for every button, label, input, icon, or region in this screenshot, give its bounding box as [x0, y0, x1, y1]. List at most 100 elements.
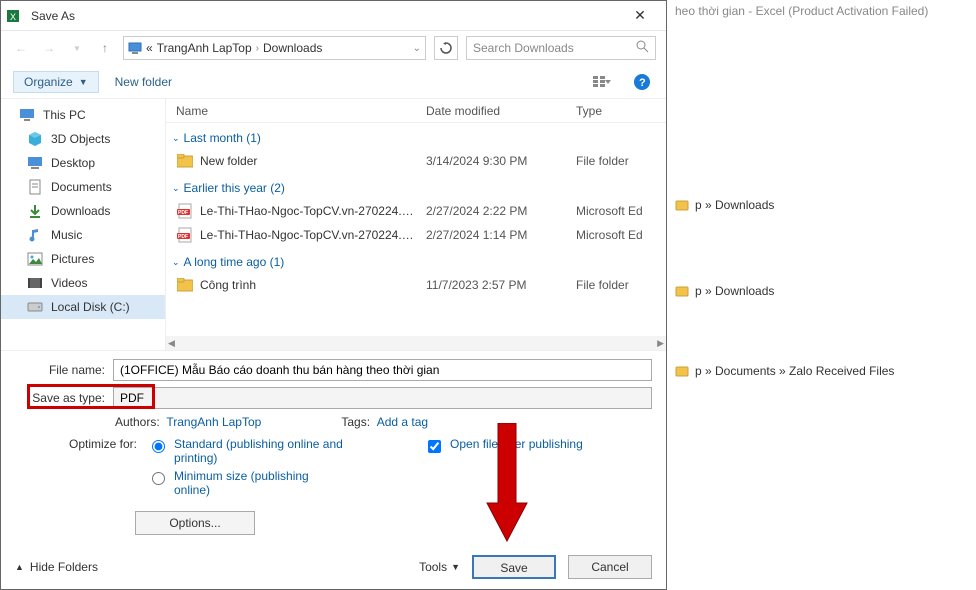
down-icon: [27, 203, 43, 219]
chevron-down-icon: ⌄: [172, 183, 180, 194]
sidebar-item-videos[interactable]: Videos: [1, 271, 165, 295]
pc-icon: [19, 107, 35, 123]
up-button[interactable]: ↑: [95, 38, 115, 58]
sidebar-item-pictures[interactable]: Pictures: [1, 247, 165, 271]
file-list: Name Date modified Type ⌄ Last month (1) N…: [166, 99, 666, 350]
organize-label: Organize: [24, 75, 73, 89]
save-as-dialog: X Save As ✕ ← → ▼ ↑ « TrangAnh LapTop › …: [0, 0, 667, 590]
file-date: 2/27/2024 2:22 PM: [426, 204, 576, 218]
navigation-bar: ← → ▼ ↑ « TrangAnh LapTop › Downloads ⌄ …: [1, 31, 666, 65]
chevron-down-icon[interactable]: ⌄: [413, 43, 421, 54]
group-header[interactable]: ⌄ Last month (1): [166, 123, 666, 149]
help-button[interactable]: ?: [630, 72, 654, 92]
organize-button[interactable]: Organize ▼: [13, 71, 99, 93]
music-icon: [27, 227, 43, 243]
bg-recent-1: p » Downloads: [667, 194, 976, 216]
crumb-seg2[interactable]: Downloads: [263, 41, 322, 55]
col-type[interactable]: Type: [576, 104, 666, 118]
search-input[interactable]: Search Downloads: [466, 36, 656, 60]
file-row[interactable]: New folder3/14/2024 9:30 PMFile folder: [166, 149, 666, 173]
file-row[interactable]: PDF Le-Thi-THao-Ngoc-TopCV.vn-270224.141.…: [166, 199, 666, 223]
background-app: heo thời gian - Excel (Product Activatio…: [667, 0, 976, 590]
desktop-icon: [27, 155, 43, 171]
sidebar-item-documents[interactable]: Documents: [1, 175, 165, 199]
pdf-icon: PDF: [176, 202, 194, 220]
save-button[interactable]: Save: [472, 555, 556, 579]
crumb-seg1[interactable]: TrangAnh LapTop: [157, 41, 252, 55]
scroll-left-icon[interactable]: ◀: [168, 338, 175, 349]
sidebar-item-label: Pictures: [51, 252, 94, 266]
tools-label: Tools: [419, 560, 447, 574]
tools-dropdown[interactable]: Tools ▼: [419, 560, 460, 574]
video-icon: [27, 275, 43, 291]
refresh-button[interactable]: [434, 36, 458, 60]
sidebar-item-label: 3D Objects: [51, 132, 110, 146]
chevron-down-icon: ⌄: [172, 257, 180, 268]
hide-folders-label: Hide Folders: [30, 560, 98, 574]
group-label: Earlier this year (2): [184, 181, 285, 195]
sidebar-item-this-pc[interactable]: This PC: [1, 103, 165, 127]
radio-standard[interactable]: [152, 440, 165, 453]
forward-button[interactable]: →: [39, 38, 59, 58]
pdf-icon: PDF: [176, 226, 194, 244]
cancel-button[interactable]: Cancel: [568, 555, 652, 579]
hide-folders-button[interactable]: ▲ Hide Folders: [15, 560, 98, 574]
group-header[interactable]: ⌄ A long time ago (1): [166, 247, 666, 273]
chevron-up-icon: ▲: [15, 562, 24, 572]
sidebar-item-music[interactable]: Music: [1, 223, 165, 247]
radio-minimum[interactable]: [152, 472, 165, 485]
close-button[interactable]: ✕: [620, 7, 660, 24]
checkbox-open-after-label: Open file after publishing: [450, 437, 583, 451]
tags-value[interactable]: Add a tag: [377, 415, 428, 429]
back-button[interactable]: ←: [11, 38, 31, 58]
chevron-down-icon: ▼: [79, 77, 88, 87]
savetype-input[interactable]: [113, 387, 652, 409]
folder-icon: [176, 276, 194, 294]
svg-text:X: X: [10, 12, 16, 22]
file-type: Microsoft Ed: [576, 228, 666, 242]
scroll-right-icon[interactable]: ▶: [657, 338, 664, 349]
new-folder-button[interactable]: New folder: [115, 75, 172, 89]
file-name: Công trình: [200, 278, 426, 292]
footer: ▲ Hide Folders Tools ▼ Save Cancel: [1, 545, 666, 589]
col-date[interactable]: Date modified: [426, 104, 576, 118]
checkbox-open-after[interactable]: [428, 440, 441, 453]
file-name: Le-Thi-THao-Ngoc-TopCV.vn-270224.141...: [200, 204, 426, 218]
sidebar-item-local-disk-c-[interactable]: Local Disk (C:): [1, 295, 165, 319]
horizontal-scrollbar[interactable]: ◀ ▶: [166, 336, 666, 350]
form-area: File name: Save as type: Authors: TrangA…: [1, 350, 666, 545]
recent-nav-dropdown[interactable]: ▼: [67, 38, 87, 58]
svg-text:PDF: PDF: [178, 210, 188, 216]
view-mode-button[interactable]: [590, 72, 614, 92]
radio-standard-label: Standard (publishing online and printing…: [174, 437, 344, 465]
radio-minimum-label: Minimum size (publishing online): [174, 469, 344, 497]
filename-input[interactable]: [113, 359, 652, 381]
sidebar: This PC 3D Objects DesktopDocumentsDownloa…: [1, 99, 166, 350]
group-label: Last month (1): [184, 131, 261, 145]
filename-label: File name:: [15, 363, 105, 377]
bg-titlebar-text: heo thời gian - Excel (Product Activatio…: [667, 0, 976, 22]
group-header[interactable]: ⌄ Earlier this year (2): [166, 173, 666, 199]
svg-text:PDF: PDF: [178, 234, 188, 240]
breadcrumb-bar[interactable]: « TrangAnh LapTop › Downloads ⌄: [123, 36, 426, 60]
file-row[interactable]: Công trình11/7/2023 2:57 PMFile folder: [166, 273, 666, 297]
sidebar-item-3d-objects[interactable]: 3D Objects: [1, 127, 165, 151]
tags-label: Tags:: [341, 415, 370, 429]
sidebar-item-label: This PC: [43, 108, 86, 122]
file-type: Microsoft Ed: [576, 204, 666, 218]
chevron-down-icon: ▼: [451, 562, 460, 572]
cube-icon: [27, 131, 43, 147]
sidebar-item-downloads[interactable]: Downloads: [1, 199, 165, 223]
authors-value[interactable]: TrangAnh LapTop: [166, 415, 261, 429]
crumb-up: «: [146, 41, 153, 55]
file-row[interactable]: PDFLe-Thi-THao-Ngoc-TopCV.vn-270224.130.…: [166, 223, 666, 247]
column-headers: Name Date modified Type: [166, 99, 666, 123]
chevron-right-icon: ›: [256, 43, 259, 54]
savetype-label: Save as type:: [15, 391, 105, 405]
chevron-down-icon: ⌄: [172, 133, 180, 144]
bg-recent-3: p » Documents » Zalo Received Files: [667, 360, 976, 382]
sidebar-item-desktop[interactable]: Desktop: [1, 151, 165, 175]
options-button[interactable]: Options...: [135, 511, 255, 535]
group-label: A long time ago (1): [184, 255, 285, 269]
col-name[interactable]: Name: [176, 104, 426, 118]
